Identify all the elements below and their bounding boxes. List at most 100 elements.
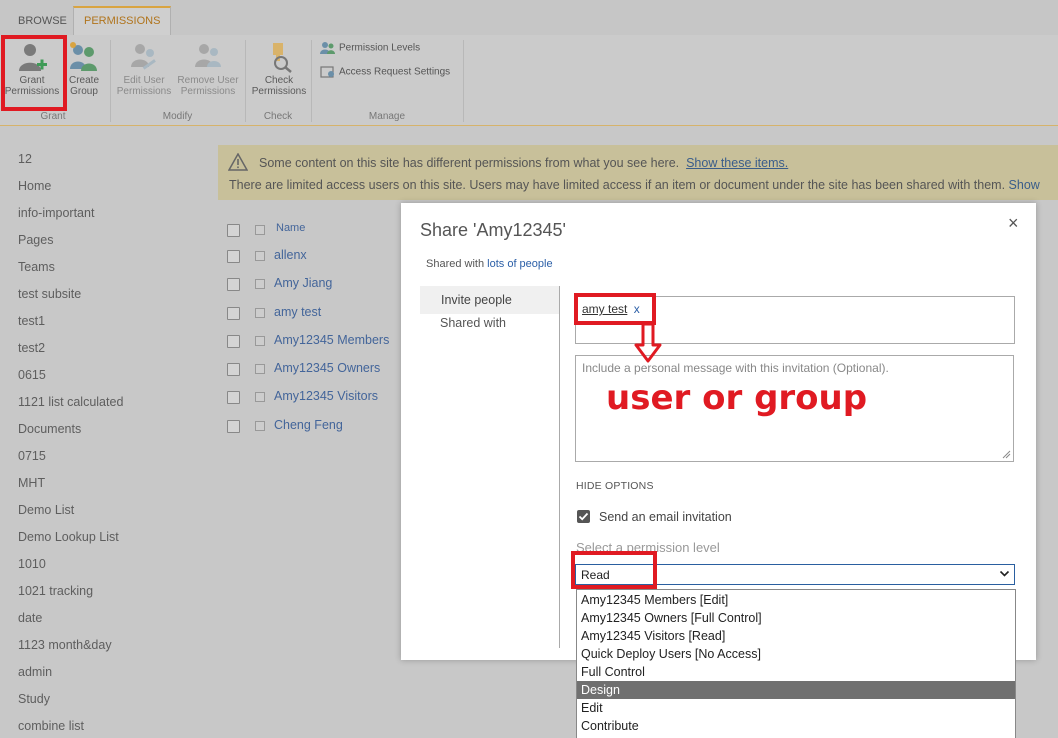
nav-item[interactable]: 0615 <box>18 368 46 382</box>
dropdown-option[interactable]: Amy12345 Owners [Full Control] <box>577 609 1015 627</box>
send-email-label: Send an email invitation <box>599 510 732 524</box>
permission-levels-button[interactable]: Permission Levels <box>320 41 420 55</box>
nav-item[interactable]: Teams <box>18 260 55 274</box>
table-row[interactable]: amy test <box>274 305 321 319</box>
group-separator <box>311 40 312 122</box>
row-checkbox[interactable] <box>227 391 240 404</box>
nav-item[interactable]: 1123 month&day <box>18 638 112 652</box>
nav-item[interactable]: 1021 tracking <box>18 584 93 598</box>
dialog-divider <box>559 286 560 648</box>
nav-item[interactable]: Documents <box>18 422 81 436</box>
edit-user-permissions-button[interactable]: Edit User Permissions <box>114 41 174 97</box>
table-row[interactable]: Amy12345 Members <box>274 333 389 347</box>
table-row[interactable]: allenx <box>274 248 307 262</box>
table-row[interactable]: Cheng Feng <box>274 418 343 432</box>
nav-item[interactable]: 12 <box>18 152 32 166</box>
banner-line-2-text: There are limited access users on this s… <box>229 178 1006 192</box>
check-permissions-label: Check Permissions <box>251 75 307 97</box>
tab-permissions[interactable]: PERMISSIONS <box>73 6 172 35</box>
ribbon: Grant Permissions Create Group Edit User… <box>0 35 1058 126</box>
dropdown-option[interactable]: Amy12345 Members [Edit] <box>577 591 1015 609</box>
annotation-arrow-icon <box>634 323 662 363</box>
row-type-icon <box>255 421 265 431</box>
nav-item[interactable]: test1 <box>18 314 45 328</box>
remove-user-permissions-icon <box>195 44 221 67</box>
dialog-title: Share 'Amy12345' <box>420 220 566 240</box>
row-checkbox[interactable] <box>227 420 240 433</box>
tab-shared-with-label: Shared with <box>440 316 507 330</box>
dropdown-option-highlighted[interactable]: Design <box>577 681 1015 699</box>
group-label-manage: Manage <box>368 111 406 122</box>
tab-browse[interactable]: BROWSE <box>8 8 77 35</box>
table-row[interactable]: Amy12345 Visitors <box>274 389 378 403</box>
nav-item[interactable]: Home <box>18 179 51 193</box>
row-type-icon <box>255 251 265 261</box>
create-group-button[interactable]: Create Group <box>66 41 102 97</box>
nav-item[interactable]: 1121 list calculated <box>18 395 123 409</box>
table-row[interactable]: Amy Jiang <box>274 276 332 290</box>
dropdown-option[interactable]: Full Control <box>577 663 1015 681</box>
check-permissions-button[interactable]: Check Permissions <box>250 41 308 97</box>
row-type-icon <box>255 308 265 318</box>
ribbon-tab-bar: BROWSE PERMISSIONS <box>0 0 1058 35</box>
row-checkbox[interactable] <box>227 250 240 263</box>
nav-item[interactable]: 1010 <box>18 557 46 571</box>
permission-levels-label: Permission Levels <box>339 42 421 54</box>
nav-item[interactable]: info-important <box>18 206 94 220</box>
nav-item[interactable]: test subsite <box>18 287 81 301</box>
edit-user-permissions-label: Edit User Permissions <box>116 75 172 97</box>
show-limited-access-link[interactable]: Show <box>1009 178 1040 192</box>
nav-item[interactable]: admin <box>18 665 52 679</box>
group-separator <box>110 40 111 122</box>
permission-select-highlight <box>571 551 657 589</box>
row-type-icon <box>255 336 265 346</box>
dropdown-option[interactable]: Amy12345 Visitors [Read] <box>577 627 1015 645</box>
nav-item[interactable]: 0715 <box>18 449 46 463</box>
tab-shared-with[interactable]: Shared with <box>420 316 506 330</box>
create-group-label: Create Group <box>68 75 99 97</box>
nav-item[interactable]: Demo Lookup List <box>18 530 119 544</box>
access-request-settings-label: Access Request Settings <box>339 66 451 78</box>
nav-item[interactable]: Demo List <box>18 503 74 517</box>
row-checkbox[interactable] <box>227 307 240 320</box>
group-separator <box>463 40 464 122</box>
row-checkbox[interactable] <box>227 363 240 376</box>
nav-item[interactable]: MHT <box>18 476 45 490</box>
warning-icon <box>228 153 248 171</box>
lots-of-people-link[interactable]: lots of people <box>487 258 552 270</box>
banner-line-2: There are limited access users on this s… <box>229 178 1040 192</box>
nav-item[interactable]: Study <box>18 692 50 706</box>
access-request-settings-button[interactable]: Access Request Settings <box>320 65 450 79</box>
row-checkbox[interactable] <box>227 278 240 291</box>
nav-item[interactable]: date <box>18 611 42 625</box>
remove-user-permissions-label: Remove User Permissions <box>177 75 239 97</box>
nav-item[interactable]: Pages <box>18 233 53 247</box>
resize-handle-icon[interactable] <box>1002 450 1011 459</box>
show-these-items-link[interactable]: Show these items. <box>686 156 788 170</box>
access-request-settings-icon <box>320 66 334 78</box>
dropdown-option[interactable]: Quick Deploy Users [No Access] <box>577 645 1015 663</box>
tab-invite-people[interactable]: Invite people <box>420 286 559 314</box>
row-checkbox[interactable] <box>227 335 240 348</box>
shared-with-prefix: Shared with <box>426 258 485 270</box>
banner-line-1-text: Some content on this site has different … <box>259 156 680 170</box>
header-type-icon <box>255 225 265 235</box>
grant-permissions-highlight <box>1 35 67 111</box>
row-type-icon <box>255 279 265 289</box>
hide-options-link[interactable]: HIDE OPTIONS <box>576 480 654 492</box>
name-column-header[interactable]: Name <box>276 222 305 234</box>
create-group-icon <box>70 42 97 71</box>
nav-item[interactable]: combine list <box>18 719 84 733</box>
group-separator <box>245 40 246 122</box>
group-label-grant: Grant <box>40 111 66 122</box>
chevron-down-icon <box>999 570 1010 577</box>
send-email-checkbox[interactable] <box>577 510 590 523</box>
select-all-checkbox[interactable] <box>227 224 240 237</box>
dropdown-option[interactable]: Edit <box>577 699 1015 717</box>
banner-line-1: Some content on this site has different … <box>259 156 788 170</box>
remove-user-permissions-button[interactable]: Remove User Permissions <box>175 41 241 97</box>
nav-item[interactable]: test2 <box>18 341 45 355</box>
close-icon[interactable]: × <box>1008 213 1019 234</box>
table-row[interactable]: Amy12345 Owners <box>274 361 380 375</box>
dropdown-option[interactable]: Contribute <box>577 717 1015 735</box>
